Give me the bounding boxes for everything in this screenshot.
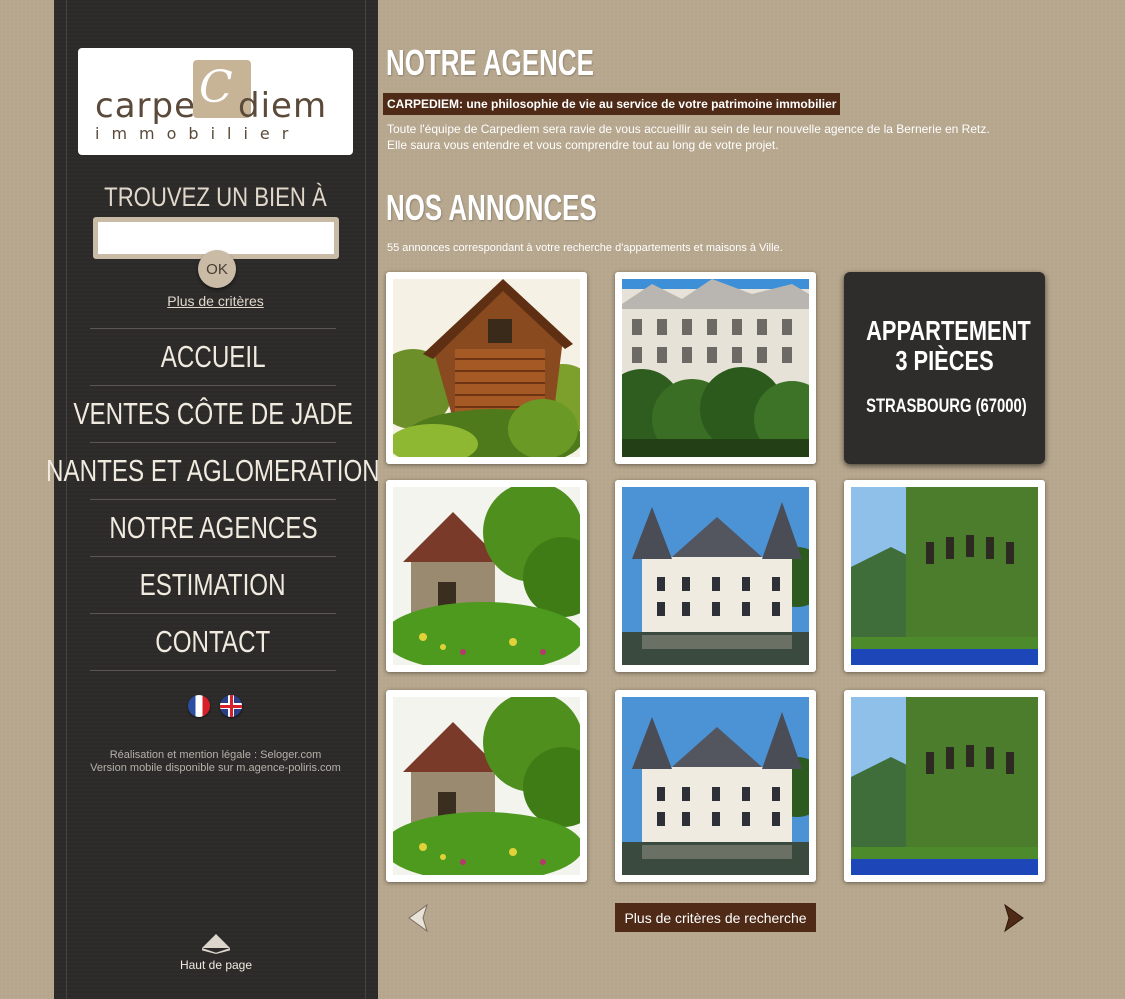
listing-photo-castle <box>622 487 809 665</box>
up-arrow-icon <box>202 934 230 948</box>
agency-tagline: CARPEDIEM: une philosophie de vie au ser… <box>383 93 841 115</box>
up-arrow-icon-base <box>202 948 230 954</box>
search-title: TROUVEZ UN BIEN À <box>104 182 327 212</box>
listing-card-chalet[interactable] <box>386 272 587 464</box>
listing-photo-paris-building <box>622 279 809 457</box>
logo[interactable]: carpe C diem immobilier <box>78 48 353 155</box>
listing-info-type-line-2: 3 PIÈCES <box>895 345 994 376</box>
listing-photo-stone-house-2 <box>393 697 580 875</box>
listing-card-paris-building[interactable] <box>615 272 816 464</box>
listing-card-stone-house[interactable] <box>386 480 587 672</box>
search-ok-button[interactable]: OK <box>198 250 236 288</box>
nav-item-label: NOTRE AGENCES <box>108 510 318 545</box>
nav-item-notre-agences[interactable]: NOTRE AGENCES <box>90 499 336 556</box>
listing-card-castle[interactable] <box>615 480 816 672</box>
results-count: 55 annonces correspondant à votre recher… <box>387 242 783 254</box>
logo-text-diem: diem <box>238 86 328 126</box>
listing-photo-ivy-house-2 <box>851 697 1038 875</box>
nav-item-label: CONTACT <box>155 624 271 659</box>
agency-description-line-1: Toute l'équipe de Carpediem sera ravie d… <box>387 122 990 136</box>
nav-item-label: NANTES ET AGLOMERATION <box>46 453 380 488</box>
credits: Réalisation et mention légale : Seloger.… <box>78 749 353 775</box>
sidebar: carpe C diem immobilier TROUVEZ UN BIEN … <box>46 0 380 999</box>
listing-info-city: STRASBOURG (67000) <box>866 396 1027 417</box>
nav-item-estimation[interactable]: ESTIMATION <box>90 556 336 613</box>
uk-flag-icon[interactable] <box>220 695 242 717</box>
sidebar-rail-right <box>365 0 366 999</box>
nav-item-label: VENTES CÔTE DE JADE <box>73 396 353 431</box>
nav-item-accueil[interactable]: ACCUEIL <box>90 328 336 385</box>
french-flag-icon[interactable] <box>188 695 210 717</box>
listing-info-card[interactable]: APPARTEMENT 3 PIÈCES STRASBOURG (67000) <box>844 272 1045 464</box>
sidebar-rail-left <box>66 0 67 999</box>
logo-mark-letter: C <box>199 62 233 113</box>
main-nav: ACCUEIL VENTES CÔTE DE JADE NANTES ET AG… <box>46 328 380 671</box>
credits-line-2[interactable]: Version mobile disponible sur m.agence-p… <box>78 762 353 775</box>
listing-card-ivy-house[interactable] <box>844 480 1045 672</box>
listing-photo-chalet <box>393 279 580 457</box>
agency-description-line-2: Elle saura vous entendre et vous compren… <box>387 138 779 152</box>
listing-photo-ivy-house <box>851 487 1038 665</box>
listing-card-castle-2[interactable] <box>615 690 816 882</box>
nav-item-ventes-cote-de-jade[interactable]: VENTES CÔTE DE JADE <box>73 385 353 442</box>
nav-item-label: ACCUEIL <box>160 339 266 374</box>
back-to-top-button[interactable]: Haut de page <box>158 934 274 972</box>
language-switcher <box>188 695 248 717</box>
agency-description: Toute l'équipe de Carpediem sera ravie d… <box>387 121 990 153</box>
listing-card-stone-house-2[interactable] <box>386 690 587 882</box>
listing-info-type-line-1: APPARTEMENT <box>866 315 1031 346</box>
listing-card-ivy-house-2[interactable] <box>844 690 1045 882</box>
previous-arrow-icon[interactable] <box>405 903 431 933</box>
listings-title: NOS ANNONCES <box>386 187 597 228</box>
more-search-criteria-button[interactable]: Plus de critères de recherche <box>615 903 816 932</box>
listing-photo-stone-house <box>393 487 580 665</box>
agency-title: NOTRE AGENCE <box>386 42 594 83</box>
listing-info-type: APPARTEMENT 3 PIÈCES <box>866 315 1031 376</box>
nav-item-nantes[interactable]: NANTES ET AGLOMERATION <box>46 442 380 499</box>
credits-line-1[interactable]: Réalisation et mention légale : Seloger.… <box>78 749 353 762</box>
logo-text-carpe: carpe <box>95 86 197 126</box>
logo-text-immobilier: immobilier <box>95 124 301 143</box>
nav-item-label: ESTIMATION <box>140 567 286 602</box>
more-criteria-link[interactable]: Plus de critères <box>78 293 353 309</box>
back-to-top-label: Haut de page <box>179 958 253 972</box>
nav-item-contact[interactable]: CONTACT <box>90 613 336 671</box>
listing-photo-castle-2 <box>622 697 809 875</box>
next-arrow-icon[interactable] <box>1001 903 1027 933</box>
